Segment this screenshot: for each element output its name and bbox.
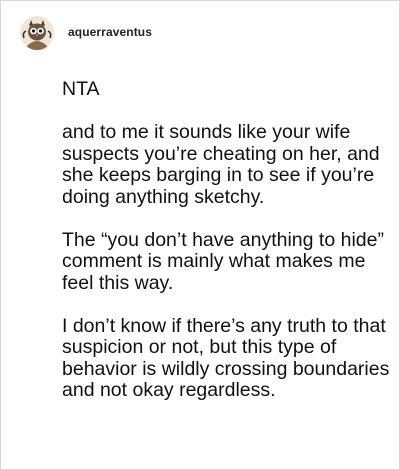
avatar[interactable] [20, 16, 54, 50]
post-paragraph: and to me it sounds like your wife suspe… [62, 121, 380, 208]
post-card: aquerraventus NTA and to me it sounds li… [0, 0, 400, 470]
username[interactable]: aquerraventus [68, 25, 152, 39]
post-paragraph: The “you don’t have anything to hide” co… [62, 228, 384, 294]
post-paragraph: NTA [62, 78, 100, 100]
post-body: NTA and to me it sounds like your wife s… [62, 78, 392, 423]
post-header: aquerraventus [20, 16, 152, 50]
owl-avatar-icon [20, 16, 54, 50]
post-paragraph: I don’t know if there’s any truth to tha… [62, 314, 390, 401]
